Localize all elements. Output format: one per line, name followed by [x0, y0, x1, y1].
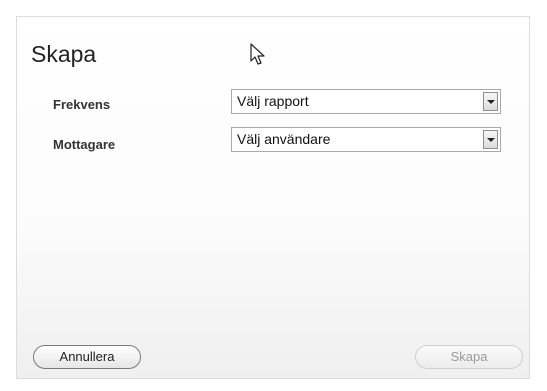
cancel-button[interactable]: Annullera: [33, 345, 141, 369]
dialog-title: Skapa: [31, 41, 97, 67]
mouse-pointer-icon: [250, 43, 265, 65]
frequency-select[interactable]: Välj rapport: [231, 89, 501, 114]
recipient-select[interactable]: Välj användare: [231, 127, 501, 152]
create-button[interactable]: Skapa: [415, 345, 523, 369]
create-dialog: Skapa Frekvens Välj rapport Mottagare Vä…: [16, 16, 530, 379]
chevron-down-icon[interactable]: [483, 92, 498, 111]
recipient-select-value: Välj användare: [237, 131, 331, 147]
recipient-label: Mottagare: [53, 137, 116, 152]
frequency-label: Frekvens: [53, 97, 111, 112]
frequency-select-value: Välj rapport: [237, 93, 309, 109]
chevron-down-icon[interactable]: [483, 130, 498, 149]
